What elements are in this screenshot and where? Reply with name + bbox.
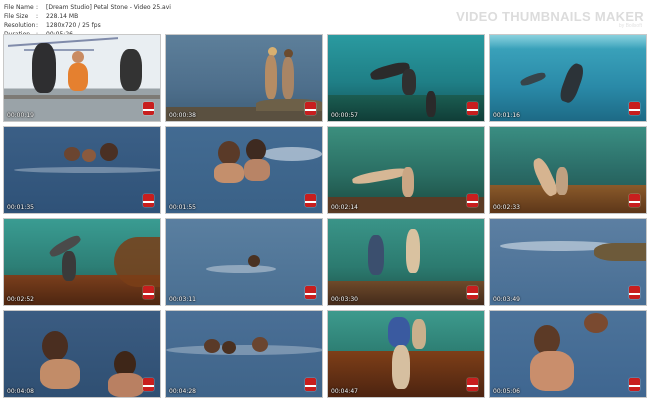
thumbnail-timestamp: 00:00:38 <box>169 112 196 119</box>
channel-logo-icon <box>467 286 478 299</box>
channel-logo-icon <box>305 102 316 115</box>
channel-logo-icon <box>629 102 640 115</box>
thumbnail-timestamp: 00:03:11 <box>169 296 196 303</box>
channel-logo-icon <box>305 286 316 299</box>
thumbnail-timestamp: 00:04:47 <box>331 388 358 395</box>
thumbnail[interactable]: 00:04:47 <box>327 310 485 398</box>
channel-logo-icon <box>143 378 154 391</box>
channel-logo-icon <box>629 194 640 207</box>
channel-logo-icon <box>467 102 478 115</box>
info-key: Resolution <box>4 22 36 29</box>
thumbnail[interactable]: 00:00:57 <box>327 34 485 122</box>
channel-logo-icon <box>143 194 154 207</box>
thumbnail[interactable]: 00:03:30 <box>327 218 485 306</box>
thumbnail-timestamp: 00:01:35 <box>7 204 34 211</box>
thumbnail-timestamp: 00:01:55 <box>169 204 196 211</box>
thumbnail-timestamp: 00:02:14 <box>331 204 358 211</box>
thumbnail[interactable]: 00:04:08 <box>3 310 161 398</box>
info-value: [Dream Studio] Petal Stone - Video 25.av… <box>46 4 171 11</box>
thumbnail[interactable]: 00:04:28 <box>165 310 323 398</box>
info-row-filename: File Name: [Dream Studio] Petal Stone - … <box>4 4 171 11</box>
channel-logo-icon <box>305 378 316 391</box>
thumbnail[interactable]: 00:00:19 <box>3 34 161 122</box>
channel-logo-icon <box>629 286 640 299</box>
thumbnail[interactable]: 00:02:52 <box>3 218 161 306</box>
channel-logo-icon <box>467 378 478 391</box>
thumbnail[interactable]: 00:01:35 <box>3 126 161 214</box>
info-key: File Size <box>4 13 29 20</box>
channel-logo-icon <box>629 378 640 391</box>
thumbnail[interactable]: 00:05:06 <box>489 310 647 398</box>
thumbnail[interactable]: 00:03:11 <box>165 218 323 306</box>
thumbnail-timestamp: 00:02:52 <box>7 296 34 303</box>
info-value: 228.14 MB <box>46 13 79 20</box>
thumbnail-timestamp: 00:04:08 <box>7 388 34 395</box>
thumbnail[interactable]: 00:02:14 <box>327 126 485 214</box>
brand-sub: by Boilsoft <box>618 23 642 29</box>
info-row-resolution: Resolution: 1280x720 / 25 fps <box>4 22 101 29</box>
brand-watermark: VIDEO THUMBNAILS MAKER <box>456 9 644 24</box>
thumbnail-timestamp: 00:04:28 <box>169 388 196 395</box>
thumbnail[interactable]: 00:02:33 <box>489 126 647 214</box>
thumbnail-timestamp: 00:02:33 <box>493 204 520 211</box>
thumbnail-timestamp: 00:01:16 <box>493 112 520 119</box>
thumbnail-timestamp: 00:03:49 <box>493 296 520 303</box>
thumbnail-timestamp: 00:00:57 <box>331 112 358 119</box>
channel-logo-icon <box>305 194 316 207</box>
info-key: File Name <box>4 4 34 11</box>
thumbnail[interactable]: 00:03:49 <box>489 218 647 306</box>
channel-logo-icon <box>143 102 154 115</box>
channel-logo-icon <box>143 286 154 299</box>
channel-logo-icon <box>467 194 478 207</box>
thumbnail-timestamp: 00:00:19 <box>7 112 34 119</box>
thumbnail[interactable]: 00:01:16 <box>489 34 647 122</box>
info-value: 1280x720 / 25 fps <box>46 22 101 29</box>
info-row-filesize: File Size: 228.14 MB <box>4 13 79 20</box>
thumbnail-timestamp: 00:05:06 <box>493 388 520 395</box>
thumbnail-timestamp: 00:03:30 <box>331 296 358 303</box>
thumbnail[interactable]: 00:01:55 <box>165 126 323 214</box>
thumbnail-grid: 00:00:19 00:00:38 00:00:57 00:01:16 00:0… <box>3 34 647 399</box>
thumbnail[interactable]: 00:00:38 <box>165 34 323 122</box>
